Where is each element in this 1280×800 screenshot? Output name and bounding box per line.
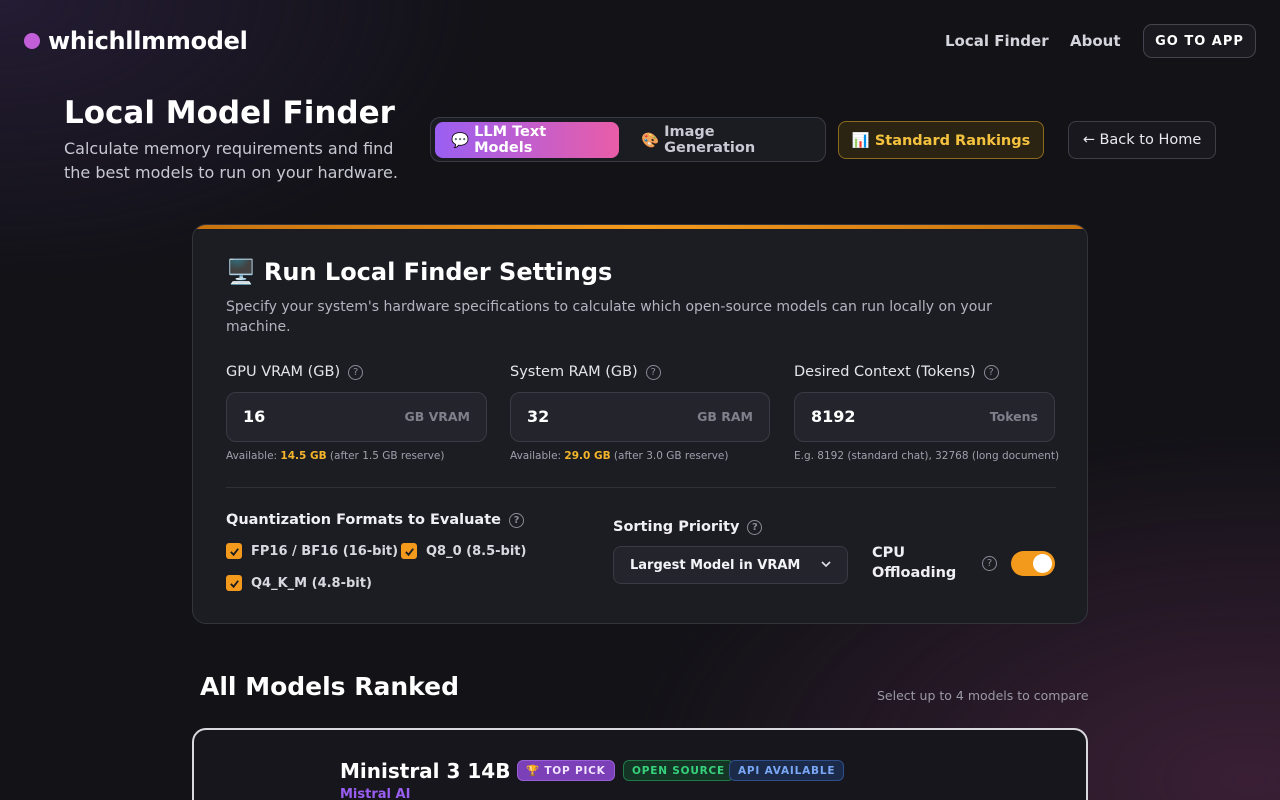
gpu-vram-label: GPU VRAM (GB) — [226, 364, 341, 380]
nav-link-about[interactable]: About — [1070, 32, 1121, 50]
ranking-title: All Models Ranked — [200, 672, 459, 701]
palette-icon: 🎨 — [641, 132, 660, 149]
card-accent-bar — [193, 225, 1087, 229]
hint-prefix: Available: — [226, 450, 281, 462]
context-label: Desired Context (Tokens) — [794, 364, 976, 380]
context-field: Desired Context (Tokens) ? 8192 Tokens E… — [794, 361, 1060, 462]
hint-prefix: Available: — [510, 450, 565, 462]
model-name: Ministral 3 14B — [340, 759, 511, 783]
system-ram-value: 32 — [527, 407, 550, 426]
top-pick-badge: 🏆 TOP PICK — [517, 760, 615, 781]
hint-value: 29.0 GB — [564, 450, 611, 462]
hint-suffix: (after 3.0 GB reserve) — [610, 450, 729, 462]
system-ram-field: System RAM (GB) ? 32 GB RAM Available: 2… — [510, 361, 770, 462]
checkmark-icon — [401, 543, 417, 559]
help-icon[interactable]: ? — [983, 364, 999, 380]
settings-card: 🖥️ Run Local Finder Settings Specify you… — [192, 224, 1088, 624]
model-org[interactable]: Mistral AI — [340, 787, 410, 800]
hint-suffix: (after 1.5 GB reserve) — [326, 450, 445, 462]
sorting-priority-select[interactable]: Largest Model in VRAM — [613, 546, 848, 584]
quantization-label-text: Quantization Formats to Evaluate — [226, 512, 501, 528]
page-title: Local Model Finder — [64, 95, 395, 131]
api-available-badge: API AVAILABLE — [729, 760, 845, 781]
settings-title-text: Run Local Finder Settings — [263, 258, 613, 286]
mode-llm-label: LLM Text Models — [474, 124, 547, 156]
gpu-vram-field: GPU VRAM (GB) ? 16 GB VRAM Available: 14… — [226, 361, 487, 462]
standard-rankings-button[interactable]: 📊 Standard Rankings — [838, 121, 1044, 159]
quant-q8-checkbox[interactable]: Q8_0 (8.5-bit) — [401, 543, 526, 559]
chevron-down-icon — [821, 561, 831, 568]
quantization-label: Quantization Formats to Evaluate ? — [226, 512, 524, 528]
system-ram-unit: GB RAM — [697, 409, 753, 424]
cpu-offloading-label: CPU Offloading — [872, 545, 957, 581]
gpu-vram-input[interactable]: 16 GB VRAM — [226, 392, 487, 442]
hint-value: 14.5 GB — [280, 450, 327, 462]
cpu-offloading-toggle[interactable] — [1011, 551, 1055, 576]
logo-dot-icon — [24, 33, 40, 49]
sorting-priority-label: Sorting Priority ? — [613, 519, 763, 535]
context-input[interactable]: 8192 Tokens — [794, 392, 1055, 442]
logo-text: whichllmmodel — [48, 27, 248, 55]
gpu-vram-hint: Available: 14.5 GB (after 1.5 GB reserve… — [226, 450, 487, 462]
page-subtitle: Calculate memory requirements and find t… — [64, 139, 398, 182]
help-icon[interactable]: ? — [348, 364, 364, 380]
checkmark-icon — [226, 543, 242, 559]
mode-llm-text-button[interactable]: 💬 LLM Text Models — [435, 122, 619, 158]
open-source-badge: OPEN SOURCE — [623, 760, 735, 781]
help-icon[interactable]: ? — [982, 556, 997, 571]
quant-q4-checkbox[interactable]: Q4_K_M (4.8-bit) — [226, 575, 372, 591]
settings-title: 🖥️ Run Local Finder Settings — [226, 258, 612, 286]
sorting-priority-value: Largest Model in VRAM — [630, 557, 801, 573]
top-nav: whichllmmodel Local Finder About GO TO A… — [0, 0, 1280, 82]
quant-q8-label: Q8_0 (8.5-bit) — [426, 543, 527, 559]
help-icon[interactable]: ? — [747, 519, 763, 535]
nav-link-local-finder[interactable]: Local Finder — [945, 32, 1049, 50]
settings-description: Specify your system's hardware specifica… — [226, 299, 992, 335]
back-to-home-button[interactable]: ← Back to Home — [1068, 121, 1216, 159]
quant-fp16-label: FP16 / BF16 (16-bit) — [251, 543, 399, 559]
context-value: 8192 — [811, 407, 856, 426]
speech-bubble-icon: 💬 — [451, 132, 470, 149]
help-icon[interactable]: ? — [645, 364, 661, 380]
go-to-app-button[interactable]: GO TO APP — [1143, 24, 1256, 58]
mode-switch: 💬 LLM Text Models 🎨 Image Generation — [430, 117, 826, 162]
divider — [226, 487, 1056, 488]
toggle-knob — [1033, 554, 1052, 573]
model-card[interactable]: Ministral 3 14B 🏆 TOP PICK OPEN SOURCE A… — [192, 728, 1088, 800]
mode-image-label: Image Generation — [664, 124, 756, 156]
context-unit: Tokens — [989, 409, 1038, 424]
system-ram-label: System RAM (GB) — [510, 364, 638, 380]
compare-hint: Select up to 4 models to compare — [877, 688, 1089, 703]
sorting-priority-label-text: Sorting Priority — [613, 519, 740, 535]
context-hint: E.g. 8192 (standard chat), 32768 (long d… — [794, 450, 1060, 462]
system-ram-hint: Available: 29.0 GB (after 3.0 GB reserve… — [510, 450, 770, 462]
checkmark-icon — [226, 575, 242, 591]
mode-image-generation-button[interactable]: 🎨 Image Generation — [625, 122, 823, 158]
monitor-icon: 🖥️ — [226, 258, 256, 286]
logo[interactable]: whichllmmodel — [24, 27, 248, 55]
help-icon[interactable]: ? — [508, 512, 524, 528]
gpu-vram-value: 16 — [243, 407, 266, 426]
gpu-vram-unit: GB VRAM — [404, 409, 470, 424]
quant-q4-label: Q4_K_M (4.8-bit) — [251, 575, 372, 591]
system-ram-input[interactable]: 32 GB RAM — [510, 392, 770, 442]
quant-fp16-checkbox[interactable]: FP16 / BF16 (16-bit) — [226, 543, 398, 559]
